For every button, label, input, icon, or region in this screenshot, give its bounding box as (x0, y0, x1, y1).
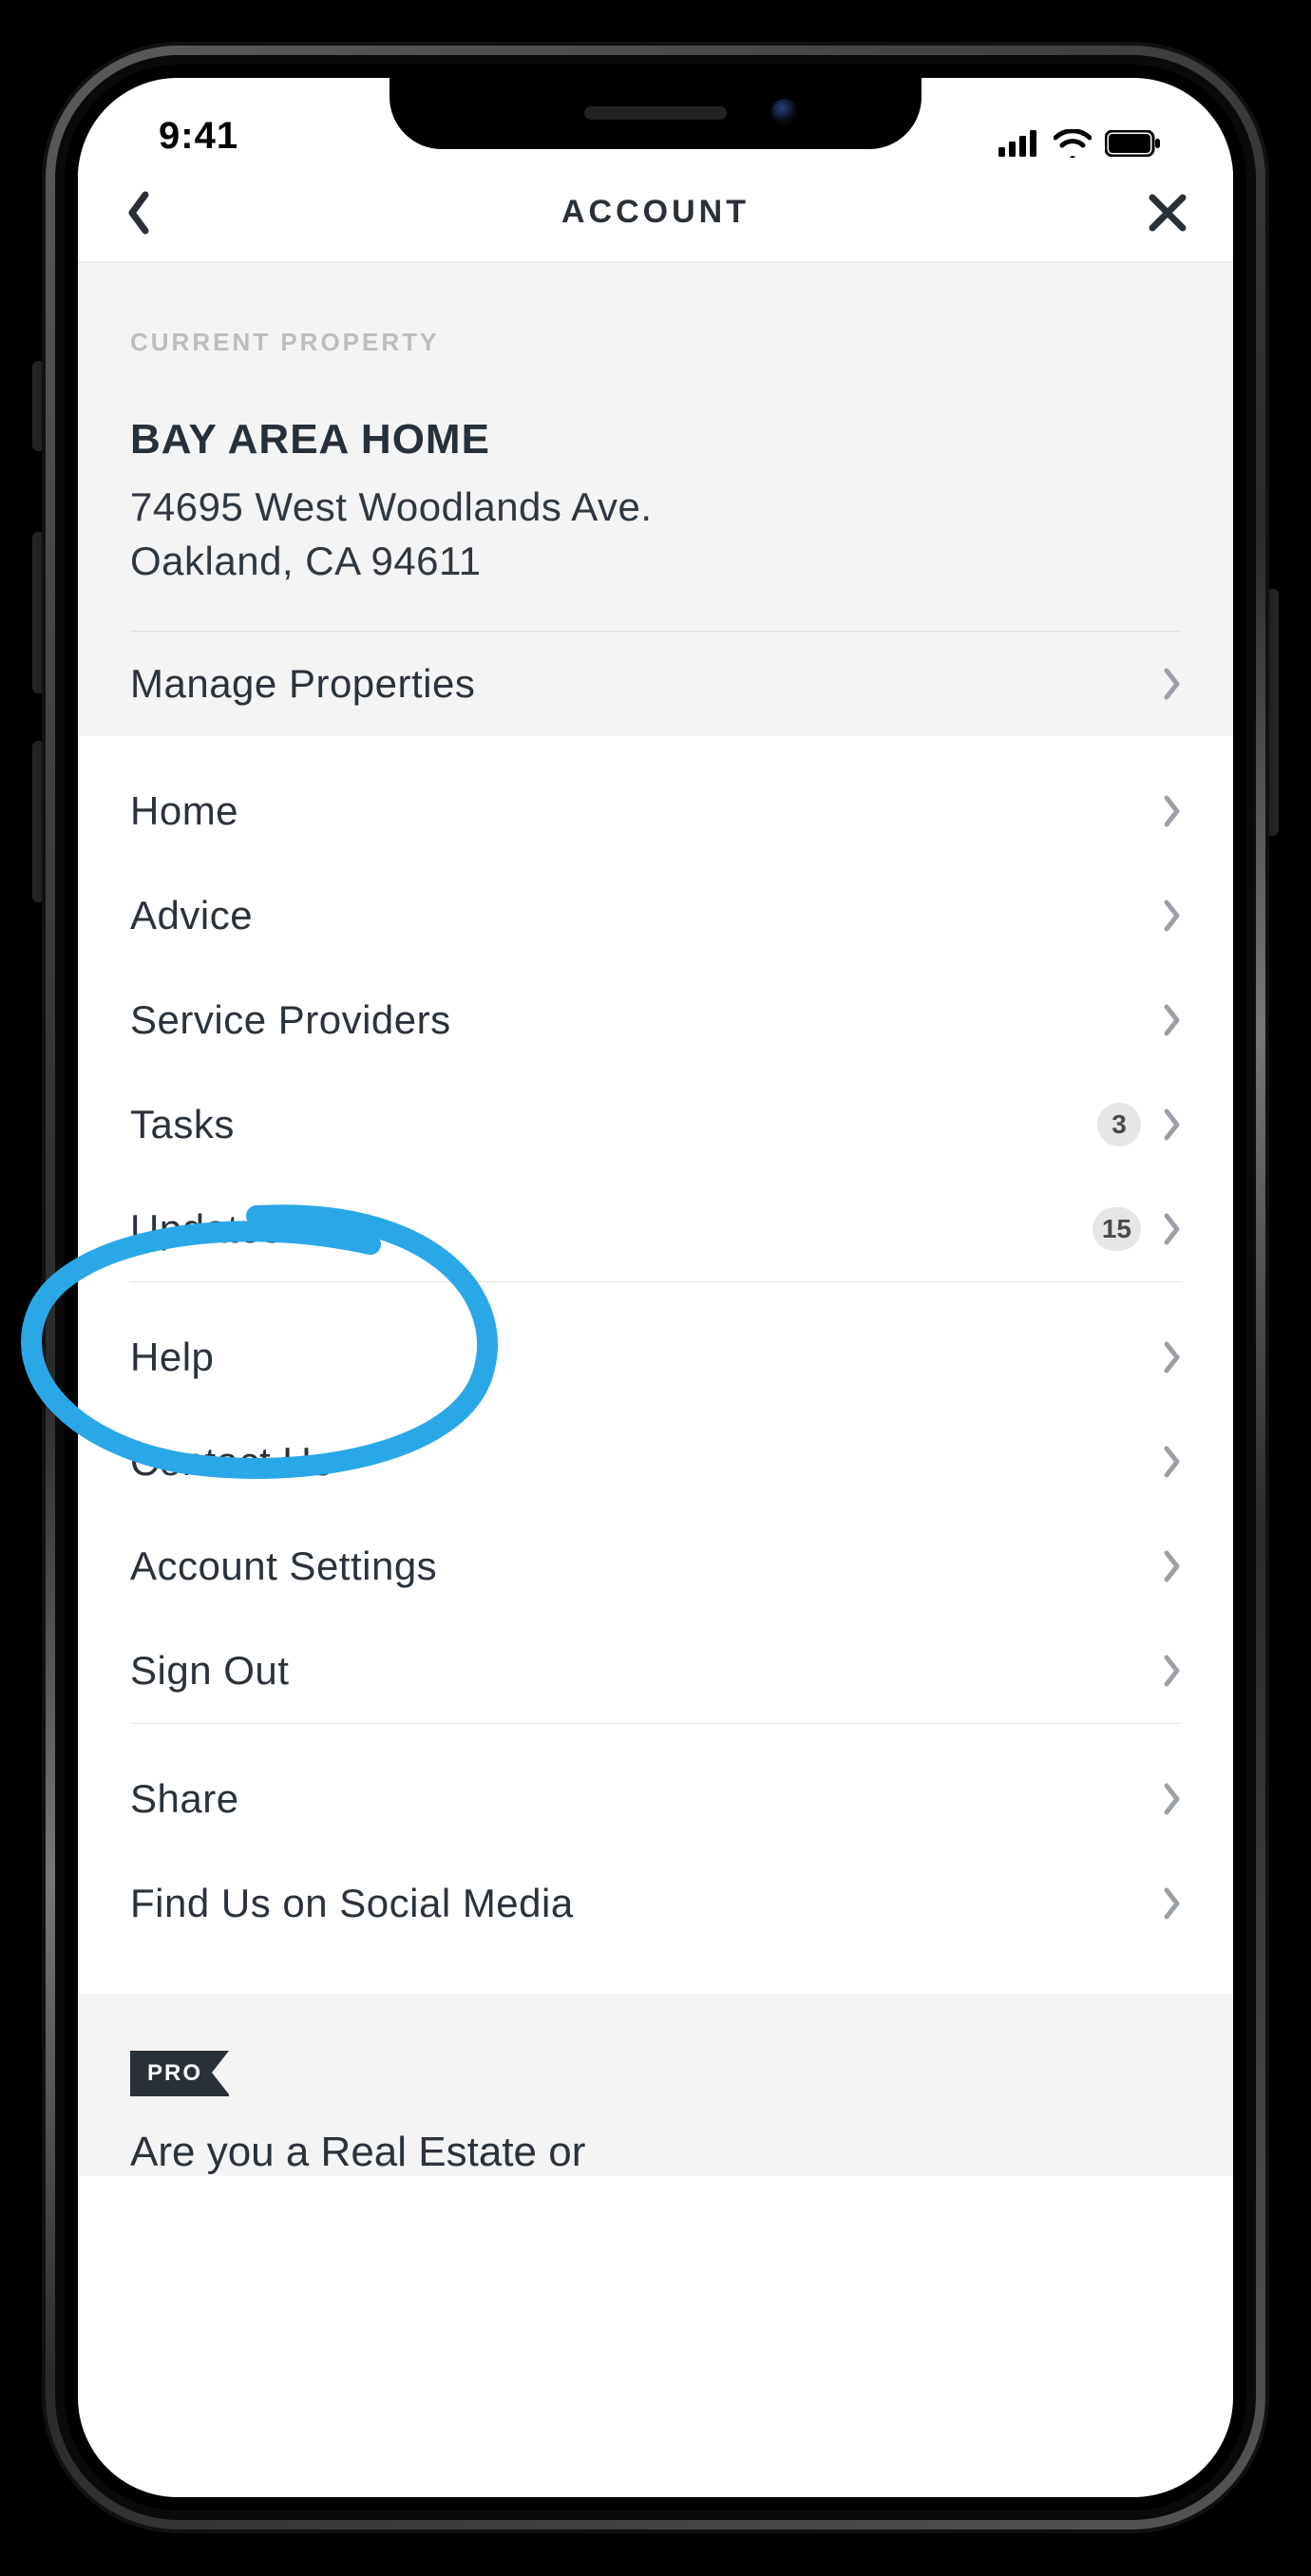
menu-label: Find Us on Social Media (130, 1881, 574, 1926)
chevron-right-icon (1164, 1004, 1181, 1036)
property-address: 74695 West Woodlands Ave. Oakland, CA 94… (130, 481, 1181, 588)
property-name: BAY AREA HOME (130, 416, 1181, 464)
menu-label: Service Providers (130, 997, 451, 1043)
menu-item-contact-us[interactable]: Contact Us (78, 1410, 1233, 1514)
menu-item-advice[interactable]: Advice (78, 863, 1233, 968)
menu-label: Sign Out (130, 1648, 289, 1694)
address-line1: 74695 West Woodlands Ave. (130, 484, 653, 529)
chevron-right-icon (1164, 1446, 1181, 1478)
menu-label: Help (130, 1335, 214, 1380)
menu-item-tasks[interactable]: Tasks 3 (78, 1072, 1233, 1177)
page-title: ACCOUNT (561, 194, 750, 231)
phone-power-button (1265, 589, 1279, 836)
chevron-right-icon (1164, 1783, 1181, 1815)
menu-item-share[interactable]: Share (78, 1747, 1233, 1851)
section-label: CURRENT PROPERTY (130, 328, 1181, 357)
notch (390, 78, 922, 149)
chevron-right-icon (1164, 1655, 1181, 1687)
battery-icon (1105, 130, 1162, 157)
menu-label: Updates (130, 1206, 282, 1252)
close-icon (1148, 193, 1188, 233)
pro-text: Are you a Real Estate or (130, 2129, 1181, 2176)
updates-badge: 15 (1092, 1207, 1141, 1251)
phone-frame: 9:41 (46, 46, 1265, 2529)
menu-item-social-media[interactable]: Find Us on Social Media (78, 1851, 1233, 1956)
menu-item-service-providers[interactable]: Service Providers (78, 968, 1233, 1072)
nav-bar: ACCOUNT (78, 163, 1233, 263)
chevron-right-icon (1164, 1550, 1181, 1582)
pro-section: PRO Are you a Real Estate or (78, 1994, 1233, 2176)
chevron-left-icon (126, 191, 153, 235)
manage-properties-row[interactable]: Manage Properties (130, 632, 1181, 736)
cellular-icon (998, 130, 1040, 157)
menu-item-account-settings[interactable]: Account Settings (78, 1514, 1233, 1619)
chevron-right-icon (1164, 1108, 1181, 1141)
menu-item-help[interactable]: Help (78, 1305, 1233, 1410)
status-icons (998, 129, 1162, 158)
screen: 9:41 (78, 78, 1233, 2497)
chevron-right-icon (1164, 795, 1181, 827)
menu-label: Contact Us (130, 1439, 332, 1485)
manage-properties-label: Manage Properties (130, 661, 475, 707)
status-time: 9:41 (159, 115, 238, 158)
current-property-section: CURRENT PROPERTY BAY AREA HOME 74695 Wes… (78, 263, 1233, 736)
phone-volume-up (32, 532, 46, 693)
main-menu-section: Home Advice Service Providers Tasks 3 (78, 736, 1233, 1984)
menu-item-updates[interactable]: Updates 15 (78, 1177, 1233, 1281)
tasks-badge: 3 (1097, 1103, 1141, 1146)
menu-label: Share (130, 1776, 239, 1822)
menu-item-home[interactable]: Home (78, 759, 1233, 863)
chevron-right-icon (1164, 1213, 1181, 1245)
menu-label: Home (130, 788, 238, 834)
chevron-right-icon (1164, 900, 1181, 932)
menu-label: Account Settings (130, 1544, 437, 1589)
menu-label: Advice (130, 893, 253, 938)
phone-silence-switch (32, 361, 46, 451)
chevron-right-icon (1164, 668, 1181, 700)
menu-label: Tasks (130, 1102, 235, 1147)
pro-badge: PRO (130, 2051, 229, 2096)
back-button[interactable] (106, 180, 173, 246)
address-line2: Oakland, CA 94611 (130, 539, 482, 583)
menu-item-sign-out[interactable]: Sign Out (78, 1619, 1233, 1723)
phone-volume-down (32, 741, 46, 902)
chevron-right-icon (1164, 1341, 1181, 1373)
close-button[interactable] (1134, 180, 1201, 246)
chevron-right-icon (1164, 1887, 1181, 1920)
wifi-icon (1054, 129, 1092, 158)
